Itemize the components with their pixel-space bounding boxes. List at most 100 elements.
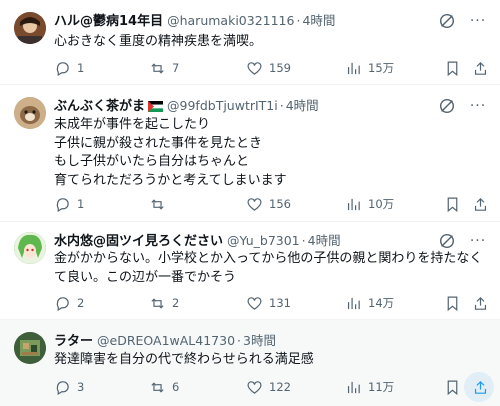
repost-button[interactable] [149, 194, 172, 214]
like-count: 122 [269, 380, 291, 394]
view-count: 11万 [368, 380, 395, 394]
views-button[interactable]: 14万 [345, 293, 394, 313]
repost-count: 7 [172, 61, 180, 75]
repost-button[interactable]: 2 [149, 293, 179, 313]
reply-button[interactable]: 2 [54, 293, 84, 313]
views-button[interactable]: 15万 [345, 58, 394, 78]
reply-count: 1 [77, 197, 85, 211]
views-chart-icon [347, 198, 360, 210]
heart-icon [247, 197, 262, 211]
share-button[interactable] [472, 58, 495, 78]
like-button[interactable]: 159 [246, 58, 291, 78]
share-button[interactable] [472, 293, 495, 313]
tweet-header: ラター @eDREOA1wAL41730 · 3時間 [54, 333, 276, 349]
tweet-actions: 2 2 131 14万 [54, 293, 500, 313]
reply-count: 3 [77, 380, 85, 394]
timestamp[interactable]: 4時間 [308, 233, 341, 248]
like-button[interactable]: 122 [246, 377, 291, 397]
display-name[interactable]: ぶんぶく茶がま [54, 99, 145, 114]
heart-icon [247, 296, 262, 310]
grok-icon[interactable] [438, 97, 456, 115]
tweet-card[interactable]: ハル@鬱病14年目 @harumaki0321116 · 4時間 ··· 心おきなく重… [0, 0, 500, 85]
user-handle[interactable]: @99fdbTjuwtrIT1i [167, 98, 278, 113]
bookmark-button[interactable] [444, 58, 467, 78]
share-button[interactable] [472, 194, 495, 214]
like-count: 131 [269, 296, 291, 310]
grok-icon[interactable] [438, 12, 456, 30]
display-name[interactable]: ハル@鬱病14年目 [54, 14, 163, 29]
view-count: 15万 [368, 61, 395, 75]
tweet-header: ハル@鬱病14年目 @harumaki0321116 · 4時間 [54, 13, 336, 29]
bookmark-button[interactable] [444, 194, 467, 214]
avatar[interactable] [14, 97, 46, 129]
tweet-actions: 1 156 10万 [54, 194, 500, 214]
views-button[interactable]: 10万 [345, 194, 394, 214]
share-icon [474, 197, 487, 211]
tweet-card[interactable]: ぶんぶく茶がま @99fdbTjuwtrIT1i · 4時間 ··· 未成年が事件を起… [0, 85, 500, 222]
view-count: 10万 [368, 197, 395, 211]
view-count: 14万 [368, 296, 395, 310]
more-icon[interactable]: ··· [468, 99, 488, 117]
reply-icon [56, 296, 69, 311]
repost-icon [151, 62, 164, 74]
tweet-text: 心おきなく重度の精神疾患を満喫。 [54, 34, 263, 49]
repost-button[interactable]: 6 [149, 377, 179, 397]
repost-count: 6 [172, 380, 180, 394]
palestine-flag-icon [148, 101, 164, 112]
tweet-card[interactable]: ラター @eDREOA1wAL41730 · 3時間 発達障害を自分の代で終わらせられ… [0, 320, 500, 406]
reply-icon [56, 61, 69, 76]
display-name[interactable]: ラター [54, 334, 93, 349]
tweet-text: 未成年が事件を起こしたり 子供に親が殺された事件を見たとき もし子供がいたら自分… [54, 117, 287, 188]
avatar[interactable] [14, 12, 46, 44]
like-count: 159 [269, 61, 291, 75]
tweet-card[interactable]: 水内悠@固ツイ見ろください @Yu_b7301 · 4時間 ··· 金がかからない。小… [0, 222, 500, 320]
repost-count: 2 [172, 296, 180, 310]
reply-button[interactable]: 1 [54, 194, 84, 214]
reply-icon [56, 197, 69, 212]
tweet-header: 水内悠@固ツイ見ろください @Yu_b7301 · 4時間 [54, 233, 341, 249]
share-icon [474, 380, 487, 394]
avatar[interactable] [14, 332, 46, 364]
avatar[interactable] [14, 232, 46, 264]
like-button[interactable]: 131 [246, 293, 291, 313]
user-handle[interactable]: @Yu_b7301 [227, 233, 300, 248]
reply-button[interactable]: 3 [54, 377, 84, 397]
repost-icon [151, 297, 164, 309]
repost-icon [151, 381, 164, 393]
like-button[interactable]: 156 [246, 194, 291, 214]
user-handle[interactable]: @harumaki0321116 [167, 13, 294, 28]
heart-icon [247, 380, 262, 394]
reply-count: 1 [77, 61, 85, 75]
share-button[interactable] [472, 377, 495, 397]
bookmark-button[interactable] [444, 293, 467, 313]
views-chart-icon [347, 381, 360, 393]
reply-feed: ハル@鬱病14年目 @harumaki0321116 · 4時間 ··· 心おきなく重… [0, 0, 500, 406]
repost-icon [151, 198, 164, 210]
timestamp[interactable]: 4時間 [286, 98, 319, 113]
tweet-actions: 3 6 122 11万 [54, 372, 500, 402]
views-button[interactable]: 11万 [345, 377, 394, 397]
share-icon [474, 61, 487, 75]
heart-icon [247, 61, 262, 75]
repost-button[interactable]: 7 [149, 58, 179, 78]
reply-button[interactable]: 1 [54, 58, 84, 78]
display-name[interactable]: 水内悠@固ツイ見ろください [54, 234, 223, 249]
user-handle[interactable]: @eDREOA1wAL41730 [97, 333, 235, 348]
bookmark-icon [447, 296, 458, 311]
timestamp[interactable]: 3時間 [243, 333, 276, 348]
bookmark-icon [447, 197, 458, 212]
share-icon [474, 296, 487, 310]
views-chart-icon [347, 62, 360, 74]
reply-count: 2 [77, 296, 85, 310]
reply-icon [56, 380, 69, 395]
tweet-text: 金がかからない。小学校とか入ってから他の子供の親と関わりを持たなくて良い。この辺… [54, 251, 483, 285]
grok-icon[interactable] [438, 232, 456, 250]
bookmark-icon [447, 61, 458, 76]
tweet-text: 発達障害を自分の代で終わらせられる満足感 [54, 352, 314, 367]
tweet-header: ぶんぶく茶がま @99fdbTjuwtrIT1i · 4時間 [54, 98, 319, 114]
bookmark-icon [447, 380, 458, 395]
views-chart-icon [347, 297, 360, 309]
more-icon[interactable]: ··· [468, 14, 488, 32]
like-count: 156 [269, 197, 291, 211]
timestamp[interactable]: 4時間 [302, 13, 335, 28]
